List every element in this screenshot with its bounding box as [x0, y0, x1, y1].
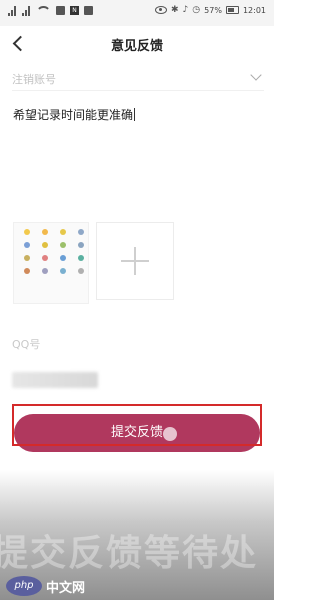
signal-icon	[8, 6, 17, 16]
qq-input-blurred-value[interactable]	[12, 372, 98, 388]
attached-screenshot-thumbnail[interactable]	[13, 222, 89, 304]
app-notification-icon	[56, 6, 65, 15]
qq-field-label: QQ号	[12, 338, 41, 351]
text-cursor	[134, 108, 136, 121]
battery-percent: 57%	[204, 5, 222, 15]
account-placeholder: 注销账号	[12, 73, 56, 86]
feedback-text-value: 希望记录时间能更准确	[13, 108, 134, 122]
nfc-icon: N	[70, 6, 79, 15]
wifi-icon	[36, 6, 51, 17]
signal-icon-2	[22, 6, 31, 16]
alarm-icon: ◷	[192, 5, 201, 15]
thumbnail-icon-grid	[20, 229, 88, 274]
watermark-site-name: 中文网	[46, 581, 86, 596]
bell-icon: ♪	[182, 5, 189, 15]
bluetooth-icon: ✱	[171, 5, 179, 15]
chevron-down-icon	[250, 69, 262, 81]
battery-icon	[225, 6, 239, 14]
status-left-icons: N	[8, 6, 93, 17]
page-title: 意见反馈	[110, 39, 163, 54]
status-bar: N ✱ ♪ ◷ 57% 12:01	[0, 0, 274, 26]
php-logo: php	[6, 576, 42, 596]
highlight-annotation-box	[12, 404, 262, 446]
app-notification-icon-2	[84, 6, 93, 15]
clock-time: 12:01	[242, 5, 266, 15]
navigation-bar: 意见反馈	[0, 26, 274, 62]
eye-icon	[155, 6, 167, 14]
account-select[interactable]: 注销账号	[12, 68, 264, 91]
add-image-button[interactable]	[96, 222, 174, 300]
feedback-textarea[interactable]: 希望记录时间能更准确	[13, 106, 136, 123]
status-right-icons: ✱ ♪ ◷ 57% 12:01	[155, 5, 266, 15]
video-caption: 提交反馈等待处	[0, 533, 259, 574]
